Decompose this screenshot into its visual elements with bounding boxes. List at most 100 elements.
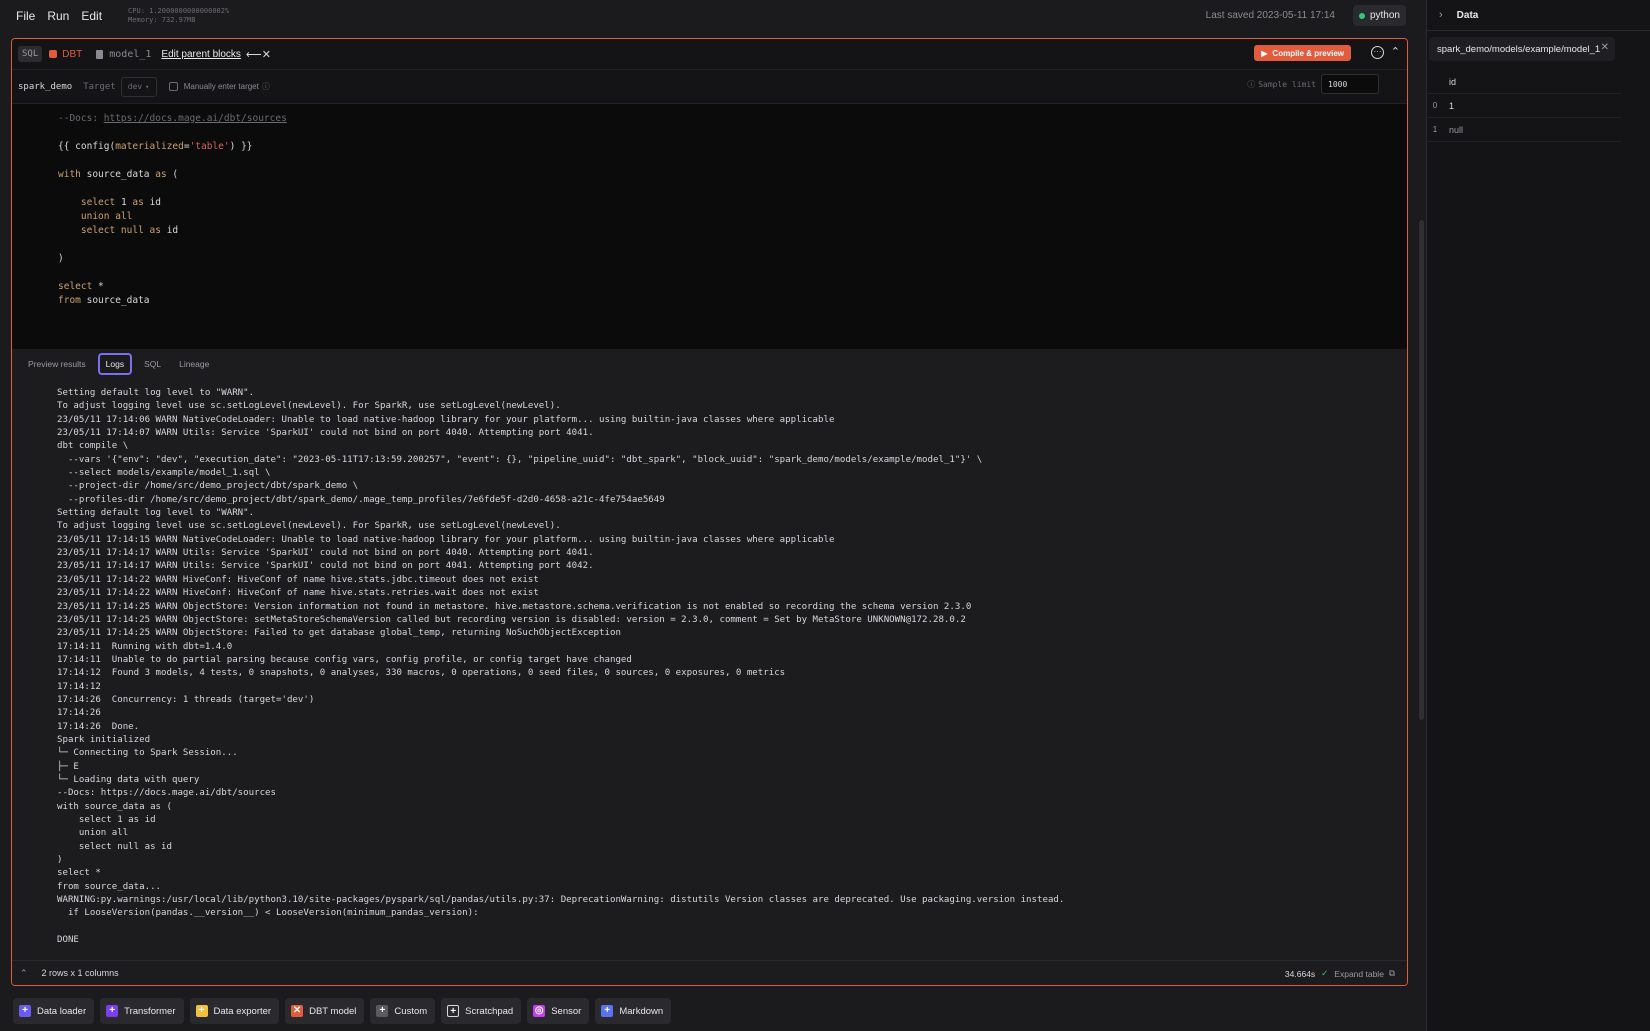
execution-time: 34.664s (1284, 968, 1316, 979)
log-line: from source_data... (57, 881, 162, 892)
add-custom-button[interactable]: + Custom (370, 998, 436, 1024)
more-options-icon[interactable]: ··· (1371, 46, 1384, 59)
tab-logs[interactable]: Logs (97, 353, 133, 375)
sample-limit-input[interactable] (1321, 74, 1379, 94)
project-name: spark_demo (18, 81, 73, 92)
expand-table-link[interactable]: Expand table (1334, 969, 1384, 979)
code-line: --Docs: https://docs.mage.ai/dbt/sources (58, 113, 287, 124)
add-block-icon: ◎ (533, 1005, 546, 1017)
add-sensor-button[interactable]: ◎ Sensor (527, 998, 590, 1024)
sample-info-icon[interactable]: ⓘ (1247, 79, 1255, 90)
log-line: select * (57, 868, 101, 879)
log-line: 23/05/11 17:14:25 WARN ObjectStore: Fail… (57, 628, 621, 639)
tab-lineage[interactable]: Lineage (173, 355, 215, 373)
row-index: 0 (1432, 101, 1438, 110)
target-label: Target (83, 81, 116, 92)
table-row: 0 1 (1427, 94, 1621, 118)
add-data-exporter-button[interactable]: + Data exporter (189, 998, 280, 1024)
kernel-status-dot-icon (1358, 12, 1365, 19)
block-type-label: DBT (62, 48, 83, 60)
column-header-id[interactable]: id (1443, 77, 1456, 87)
data-panel: › Data spark_demo/models/example/model_1… (1426, 0, 1650, 1031)
log-line: └─ Loading data with query (57, 774, 200, 785)
add-transformer-button[interactable]: + Transformer (100, 998, 184, 1024)
add-block-label: Data loader (37, 1005, 87, 1017)
add-block-icon: + (106, 1005, 119, 1017)
manual-target-label: Manually enter target (183, 82, 259, 91)
chevron-up-icon[interactable]: ⌃ (1391, 45, 1400, 58)
target-select[interactable]: dev ▾ (120, 76, 157, 97)
cpu-usage: CPU: 1.2000000000000002% (128, 7, 230, 15)
check-icon: ✓ (1321, 968, 1329, 978)
compile-preview-label: Compile & preview (1272, 48, 1344, 58)
edit-parent-blocks-link[interactable]: Edit parent blocks (161, 49, 241, 60)
log-line: Spark initialized (57, 734, 151, 745)
row-index: 1 (1432, 125, 1438, 134)
code-line: {{ config(materialized='table') }} (58, 141, 253, 152)
compile-preview-button[interactable]: ▶ Compile & preview (1254, 45, 1351, 61)
add-scratchpad-button[interactable]: + Scratchpad (441, 998, 522, 1024)
kernel-status[interactable]: python (1352, 5, 1406, 26)
add-dbt-model-button[interactable]: ✕ DBT model (285, 998, 365, 1024)
log-line: 23/05/11 17:14:15 WARN NativeCodeLoader:… (57, 534, 835, 545)
log-line: 17:14:11 Running with dbt=1.4.0 (57, 641, 233, 652)
code-line: union all (80, 211, 133, 222)
info-icon[interactable]: ⓘ (262, 81, 270, 92)
log-line: 23/05/11 17:14:17 WARN Utils: Service 'S… (57, 561, 594, 572)
menu-run[interactable]: Run (47, 9, 69, 23)
add-block-icon: + (376, 1005, 389, 1017)
add-data-loader-button[interactable]: + Data loader (13, 998, 95, 1024)
log-output[interactable]: Setting default log level to "WARN". To a… (12, 379, 1407, 985)
log-line: with source_data as ( (57, 801, 172, 812)
log-line: 23/05/11 17:14:25 WARN ObjectStore: Vers… (57, 601, 972, 612)
code-line: with source_data as ( (58, 169, 179, 180)
add-block-icon: + (447, 1005, 460, 1017)
block-name[interactable]: model_1 (109, 49, 151, 60)
chevron-up-icon[interactable]: ⌃ (20, 968, 28, 979)
data-table: id 0 1 1 null (1427, 70, 1621, 142)
table-row: 1 null (1427, 118, 1621, 142)
code-line: select 1 as id (80, 197, 162, 208)
close-icon[interactable]: ✕ (1601, 42, 1609, 53)
top-bar: File Run Edit CPU: 1.2000000000000002% M… (0, 0, 1417, 32)
code-editor[interactable]: --Docs: https://docs.mage.ai/dbt/sources… (12, 104, 1407, 349)
add-block-bar: + Data loader + Transformer + Data exporter ✕ D… (13, 998, 677, 1024)
log-line: --project-dir /home/src/demo_project/dbt… (57, 481, 359, 492)
block-header: SQL DBT model_1 Edit parent blocks ⟵✕ ▶ … (12, 39, 1407, 70)
output-tabs: Preview results Logs SQL Lineage (12, 349, 1407, 379)
menu-edit[interactable]: Edit (81, 9, 102, 23)
table-header-row: id (1427, 70, 1621, 94)
parent-arrows-icon[interactable]: ⟵✕ (246, 48, 271, 61)
add-markdown-button[interactable]: + Markdown (595, 998, 672, 1024)
system-info: CPU: 1.2000000000000002% Memory: 732.97M… (128, 7, 229, 25)
add-block-label: Transformer (124, 1005, 176, 1017)
scrollbar[interactable] (1419, 220, 1424, 720)
table-cell[interactable]: 1 (1443, 101, 1454, 111)
data-tab[interactable]: spark_demo/models/example/model_1 ✕ (1429, 37, 1615, 61)
log-line: To adjust logging level use sc.setLogLev… (57, 521, 561, 532)
external-link-icon[interactable]: ⧉ (1389, 968, 1395, 979)
tab-preview-results[interactable]: Preview results (22, 355, 92, 373)
data-panel-title: Data (1456, 9, 1479, 21)
log-line: --select models/example/model_1.sql \ (57, 468, 271, 479)
menu-file[interactable]: File (16, 9, 35, 23)
log-line: ├─ E (57, 761, 79, 772)
log-line: if LooseVersion(pandas.__version__) < Lo… (57, 908, 479, 919)
manual-target-checkbox[interactable] (168, 82, 178, 91)
add-block-label: Markdown (619, 1005, 664, 1017)
log-line: 23/05/11 17:14:17 WARN Utils: Service 'S… (57, 548, 594, 559)
memory-usage: Memory: 732.97MB (128, 16, 196, 24)
log-line: union all (57, 828, 129, 839)
add-block-label: DBT model (309, 1005, 357, 1017)
code-line: from source_data (58, 295, 150, 306)
tab-sql[interactable]: SQL (138, 355, 167, 373)
table-cell[interactable]: null (1443, 125, 1463, 135)
add-block-label: Sensor (551, 1005, 582, 1017)
block-footer: ⌃ 2 rows x 1 columns 34.664s ✓ Expand ta… (12, 960, 1407, 985)
chevron-right-icon[interactable]: › (1439, 9, 1443, 21)
